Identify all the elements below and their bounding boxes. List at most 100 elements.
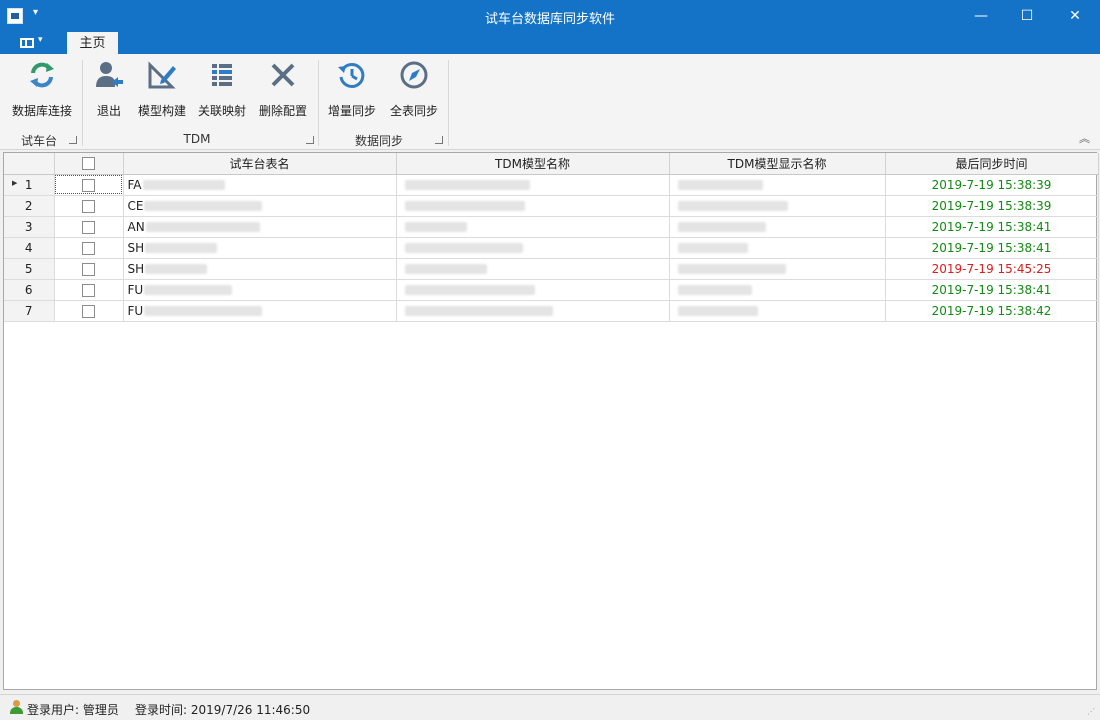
redacted-text <box>144 285 233 295</box>
row-checkbox[interactable] <box>82 262 95 276</box>
maximize-button[interactable]: ☐ <box>1004 0 1050 32</box>
model-build-button[interactable]: 模型构建 <box>134 58 190 118</box>
refresh-sync-icon <box>27 60 57 90</box>
table-row[interactable]: 2 CE 2019-7-19 15:38:39 <box>4 195 1099 217</box>
row-number-cell[interactable]: 7 <box>4 300 55 322</box>
tab-home[interactable]: 主页 <box>67 32 118 54</box>
app-menu-icon <box>20 38 34 48</box>
group-launcher-icon[interactable] <box>306 136 314 144</box>
row-checkbox-cell[interactable] <box>54 258 124 280</box>
row-number-cell[interactable]: 4 <box>4 237 55 259</box>
model-name-cell[interactable] <box>396 258 670 280</box>
model-name-cell[interactable] <box>396 195 670 217</box>
close-button[interactable]: ✕ <box>1052 0 1098 32</box>
window-title: 试车台数据库同步软件 <box>484 12 615 27</box>
model-name-cell[interactable] <box>396 174 670 196</box>
row-number-cell[interactable]: ▶ 1 <box>4 174 55 196</box>
table-name-cell[interactable]: FU <box>123 300 397 322</box>
model-display-name-cell[interactable] <box>669 216 886 238</box>
row-number-cell[interactable]: 6 <box>4 279 55 301</box>
table-name-cell[interactable]: CE <box>123 195 397 217</box>
chevron-down-icon: ▾ <box>38 35 43 45</box>
app-menu-button[interactable]: ▾ <box>12 34 52 52</box>
model-display-name-cell[interactable] <box>669 174 886 196</box>
redacted-text <box>404 180 530 190</box>
row-checkbox-cell[interactable] <box>54 279 124 301</box>
redacted-text <box>145 264 208 274</box>
resize-grip-icon[interactable]: ⋰ <box>1087 707 1097 717</box>
ribbon-panel: 数据库连接 试车台 退出 模型构建 关联映射 删除配置 TDM 增量同步 全表同… <box>0 54 1100 150</box>
group-label-data-sync: 数据同步 <box>354 134 403 148</box>
column-header[interactable]: 最后同步时间 <box>885 153 1099 175</box>
table-name-cell[interactable]: FA <box>123 174 397 196</box>
table-name-cell[interactable]: AN <box>123 216 397 238</box>
row-number-cell[interactable]: 3 <box>4 216 55 238</box>
select-all-checkbox-cell[interactable] <box>54 153 124 175</box>
model-name-cell[interactable] <box>396 300 670 322</box>
last-sync-time-cell[interactable]: 2019-7-19 15:38:42 <box>885 300 1099 322</box>
table-name-cell[interactable]: FU <box>123 279 397 301</box>
table-row[interactable]: 7 FU 2019-7-19 15:38:42 <box>4 300 1099 322</box>
association-mapping-button[interactable]: 关联映射 <box>194 58 250 118</box>
model-display-name-cell[interactable] <box>669 195 886 217</box>
row-checkbox[interactable] <box>82 199 95 213</box>
table-name-prefix: CE <box>127 198 144 213</box>
redacted-text <box>145 243 218 253</box>
redacted-text <box>677 264 786 274</box>
model-display-name-cell[interactable] <box>669 279 886 301</box>
last-sync-time-cell[interactable]: 2019-7-19 15:38:41 <box>885 279 1099 301</box>
row-checkbox[interactable] <box>82 241 95 255</box>
select-all-checkbox[interactable] <box>82 157 95 171</box>
row-checkbox[interactable] <box>82 304 95 318</box>
redacted-text <box>677 243 748 253</box>
full-table-sync-button[interactable]: 全表同步 <box>386 58 442 118</box>
last-sync-time-cell[interactable]: 2019-7-19 15:38:39 <box>885 174 1099 196</box>
model-name-cell[interactable] <box>396 279 670 301</box>
model-display-name-cell[interactable] <box>669 300 886 322</box>
column-header[interactable]: TDM模型名称 <box>396 153 670 175</box>
last-sync-time-cell[interactable]: 2019-7-19 15:45:25 <box>885 258 1099 280</box>
list-mapping-icon <box>207 60 237 90</box>
table-row[interactable]: 3 AN 2019-7-19 15:38:41 <box>4 216 1099 238</box>
last-sync-time-cell[interactable]: 2019-7-19 15:38:41 <box>885 216 1099 238</box>
group-launcher-icon[interactable] <box>435 136 443 144</box>
row-number: 5 <box>24 261 33 276</box>
table-row[interactable]: 6 FU 2019-7-19 15:38:41 <box>4 279 1099 301</box>
table-name-cell[interactable]: SH <box>123 237 397 259</box>
row-checkbox[interactable] <box>82 283 95 297</box>
last-sync-time-cell[interactable]: 2019-7-19 15:38:39 <box>885 195 1099 217</box>
row-checkbox-cell[interactable] <box>54 237 124 259</box>
redacted-text <box>404 285 535 295</box>
model-name-cell[interactable] <box>396 237 670 259</box>
row-checkbox-cell[interactable] <box>54 216 124 238</box>
table-row[interactable]: 5 SH 2019-7-19 15:45:25 <box>4 258 1099 280</box>
row-checkbox[interactable] <box>82 220 95 234</box>
incremental-sync-button[interactable]: 增量同步 <box>324 58 380 118</box>
user-icon <box>9 700 23 714</box>
model-display-name-cell[interactable] <box>669 258 886 280</box>
row-checkbox[interactable] <box>82 178 95 192</box>
column-header[interactable]: TDM模型显示名称 <box>669 153 886 175</box>
sync-table[interactable]: 试车台表名 TDM模型名称 TDM模型显示名称 最后同步时间 ▶ 1 FA 201… <box>3 152 1099 690</box>
table-row[interactable]: ▶ 1 FA 2019-7-19 15:38:39 <box>4 174 1099 196</box>
minimize-button[interactable]: — <box>958 0 1004 32</box>
row-checkbox-cell[interactable] <box>54 174 124 196</box>
table-name-cell[interactable]: SH <box>123 258 397 280</box>
table-row[interactable]: 4 SH 2019-7-19 15:38:41 <box>4 237 1099 259</box>
redacted-text <box>404 264 487 274</box>
ribbon-collapse-icon[interactable]: ︽ <box>1079 130 1090 146</box>
model-display-name-cell[interactable] <box>669 237 886 259</box>
title-bar: ▾ 试车台数据库同步软件 — ☐ ✕ <box>0 0 1100 32</box>
row-checkbox-cell[interactable] <box>54 300 124 322</box>
row-number-cell[interactable]: 2 <box>4 195 55 217</box>
row-checkbox-cell[interactable] <box>54 195 124 217</box>
delete-config-button[interactable]: 删除配置 <box>254 58 312 118</box>
database-connect-button[interactable]: 数据库连接 <box>8 58 76 118</box>
column-header[interactable]: 试车台表名 <box>123 153 397 175</box>
group-separator <box>82 60 83 146</box>
row-number-cell[interactable]: 5 <box>4 258 55 280</box>
logout-button[interactable]: 退出 <box>88 58 130 118</box>
last-sync-time-cell[interactable]: 2019-7-19 15:38:41 <box>885 237 1099 259</box>
group-launcher-icon[interactable] <box>69 136 77 144</box>
model-name-cell[interactable] <box>396 216 670 238</box>
